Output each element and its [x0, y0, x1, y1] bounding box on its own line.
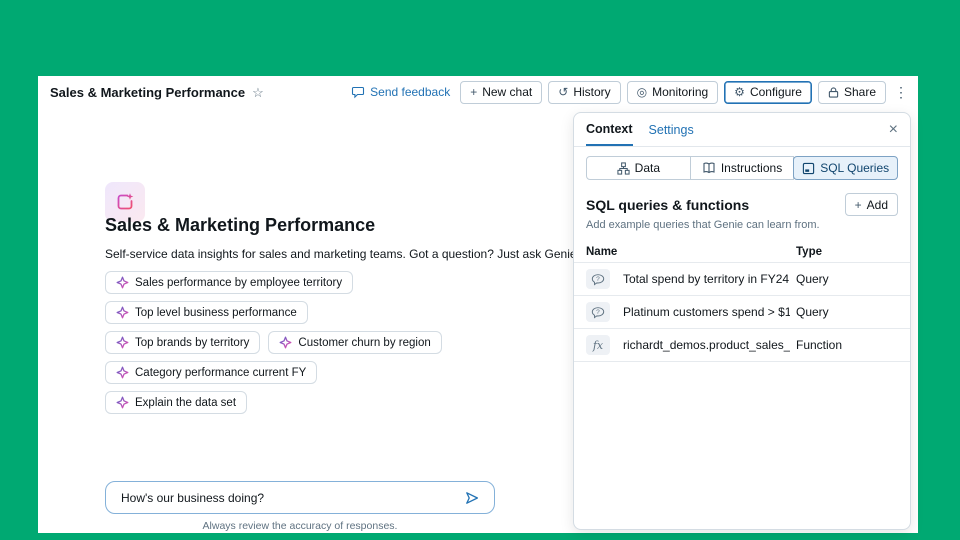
chat-input-container	[105, 481, 495, 514]
window-header: Sales & Marketing Performance ☆ Send fee…	[38, 76, 918, 108]
function-type: Function	[796, 338, 898, 352]
sparkle-icon	[279, 336, 292, 349]
svg-text:?: ?	[596, 308, 600, 315]
sitemap-icon	[617, 162, 630, 175]
configure-button[interactable]: ⚙ Configure	[724, 81, 812, 104]
sparkle-icon	[116, 336, 129, 349]
table-row[interactable]: ? Total spend by territory in FY24 Query	[574, 262, 910, 295]
column-header-type: Type	[796, 246, 898, 258]
query-name: Platinum customers spend > $100K in a	[623, 305, 790, 319]
suggestion-chip[interactable]: Top brands by territory	[105, 331, 260, 354]
accuracy-disclaimer: Always review the accuracy of responses.	[105, 520, 495, 532]
monitoring-button[interactable]: ◎ Monitoring	[627, 81, 719, 104]
sparkle-icon	[116, 366, 129, 379]
context-segmented-control: Data Instructions SQL Queries	[586, 156, 898, 180]
new-chat-button[interactable]: + New chat	[460, 81, 542, 104]
suggestion-chip[interactable]: Sales performance by employee territory	[105, 271, 353, 294]
suggestion-chip[interactable]: Customer churn by region	[268, 331, 441, 354]
send-button[interactable]	[460, 486, 484, 510]
book-icon	[702, 162, 716, 174]
favorite-star-icon[interactable]: ☆	[252, 86, 264, 99]
close-icon[interactable]: ×	[889, 122, 898, 138]
add-query-button[interactable]: + Add	[845, 193, 898, 216]
history-button[interactable]: ↺ History	[548, 81, 620, 104]
column-header-name: Name	[586, 246, 796, 258]
page-title: Sales & Marketing Performance	[50, 85, 245, 100]
monitoring-eye-icon: ◎	[637, 86, 647, 98]
segment-sql-queries[interactable]: SQL Queries	[793, 156, 898, 180]
gear-icon: ⚙	[734, 86, 745, 98]
feedback-bubble-icon	[351, 86, 365, 99]
sql-editor-icon	[802, 162, 815, 175]
genie-space-window: Sales & Marketing Performance ☆ Send fee…	[38, 76, 918, 533]
sparkle-icon	[116, 306, 129, 319]
query-type: Query	[796, 305, 898, 319]
share-button[interactable]: Share	[818, 81, 886, 104]
table-row[interactable]: fx richardt_demos.product_sales_demo.g F…	[574, 328, 910, 362]
kebab-menu-icon[interactable]: ⋮	[892, 84, 910, 101]
suggestion-chip[interactable]: Category performance current FY	[105, 361, 317, 384]
sparkle-icon	[116, 396, 129, 409]
segment-data[interactable]: Data	[586, 156, 691, 180]
sql-section-caption: Add example queries that Genie can learn…	[586, 219, 898, 231]
plus-icon: +	[470, 86, 477, 98]
suggestion-chip[interactable]: Top level business performance	[105, 301, 308, 324]
lock-icon	[828, 86, 839, 99]
svg-text:?: ?	[596, 275, 600, 282]
table-header: Name Type	[574, 242, 910, 262]
query-name: Total spend by territory in FY24	[623, 272, 790, 286]
suggested-prompts: Sales performance by employee territory …	[105, 271, 442, 414]
panel-tab-bar: Context Settings ×	[574, 113, 910, 147]
table-row[interactable]: ? Platinum customers spend > $100K in a …	[574, 295, 910, 328]
sparkle-icon	[116, 276, 129, 289]
tab-context[interactable]: Context	[586, 113, 633, 146]
query-bubble-icon: ?	[586, 302, 610, 322]
header-actions: Send feedback + New chat ↺ History ◎ Mon…	[351, 81, 910, 104]
suggestion-chip[interactable]: Explain the data set	[105, 391, 247, 414]
function-name: richardt_demos.product_sales_demo.g	[623, 338, 790, 352]
query-type: Query	[796, 272, 898, 286]
space-description: Self-service data insights for sales and…	[105, 247, 580, 261]
configure-panel: Context Settings × Data Instructions SQL…	[573, 112, 911, 530]
segment-instructions[interactable]: Instructions	[690, 156, 795, 180]
send-feedback-button[interactable]: Send feedback	[351, 85, 450, 99]
history-clock-icon: ↺	[558, 86, 568, 98]
plus-icon: +	[855, 199, 862, 211]
sql-section-title: SQL queries & functions	[586, 197, 749, 213]
tab-settings[interactable]: Settings	[649, 113, 694, 146]
function-fx-icon: fx	[586, 335, 610, 355]
space-title: Sales & Marketing Performance	[105, 215, 375, 236]
send-arrow-icon	[464, 490, 480, 506]
query-bubble-icon: ?	[586, 269, 610, 289]
chat-input[interactable]	[119, 490, 460, 506]
